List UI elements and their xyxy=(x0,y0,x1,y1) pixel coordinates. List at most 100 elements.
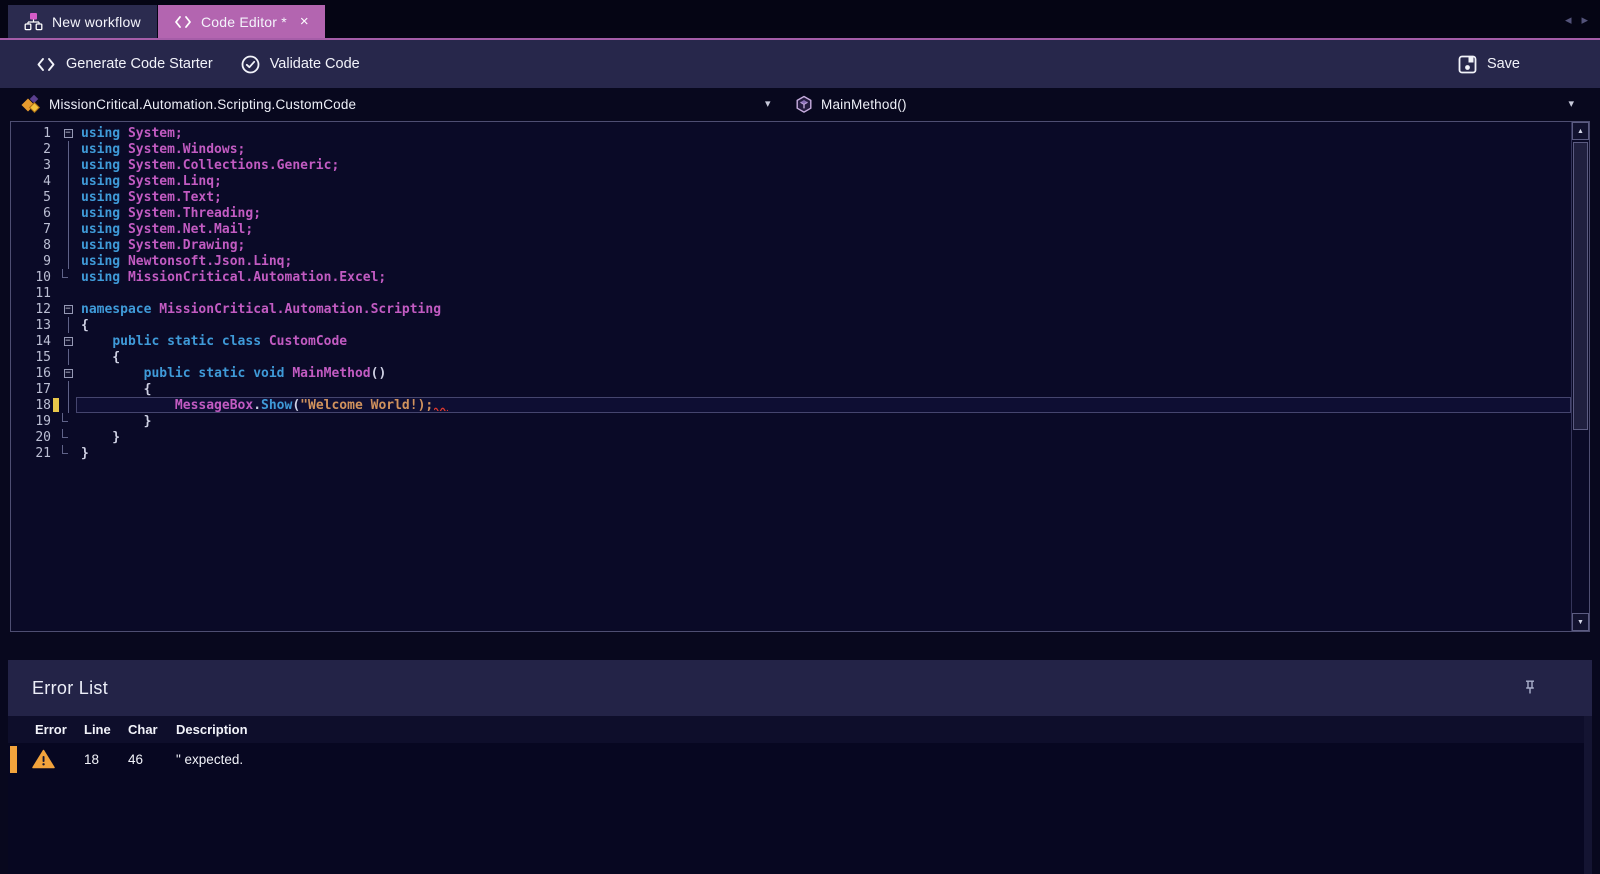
column-char: Char xyxy=(128,722,158,737)
tab-code-editor[interactable]: Code Editor * × xyxy=(158,5,325,38)
code-text: { xyxy=(81,349,121,365)
line-content: { xyxy=(76,317,1571,333)
error-list-panel: Error List Error Line Char Description 1… xyxy=(8,660,1592,874)
line-content: using Newtonsoft.Json.Linq; xyxy=(76,253,1571,269)
check-circle-icon xyxy=(241,55,260,74)
fold-guide xyxy=(67,381,69,397)
line-number: 7 xyxy=(43,221,51,237)
gutter-mark-slot xyxy=(51,269,60,285)
button-label: Validate Code xyxy=(269,56,360,72)
code-view[interactable]: 1 using System; 2 using System.Windows; 3 usi… xyxy=(11,122,1571,631)
close-tab-icon[interactable]: × xyxy=(300,13,309,30)
fold-slot[interactable] xyxy=(60,333,76,349)
validate-code-button[interactable]: Validate Code xyxy=(227,40,374,88)
gutter-mark-slot xyxy=(51,189,60,205)
method-dropdown-caret-icon[interactable]: ▾ xyxy=(1568,97,1574,110)
class-selector[interactable]: MissionCritical.Automation.Scripting.Cus… xyxy=(20,88,356,121)
fold-guide xyxy=(67,189,69,205)
code-text: } xyxy=(81,445,89,461)
line-number: 9 xyxy=(43,253,51,269)
line-content: using MissionCritical.Automation.Excel; xyxy=(76,269,1571,285)
code-line[interactable]: 21} xyxy=(11,445,1571,461)
error-list-title: Error List xyxy=(32,677,109,698)
code-line[interactable]: 14 public static class CustomCode xyxy=(11,333,1571,349)
code-text: using Newtonsoft.Json.Linq; xyxy=(81,253,293,269)
code-line[interactable]: 8 using System.Drawing; xyxy=(11,237,1571,253)
method-selector-value: MainMethod() xyxy=(821,97,907,112)
code-line[interactable]: 10 using MissionCritical.Automation.Excel… xyxy=(11,269,1571,285)
scroll-up-icon[interactable]: ▲ xyxy=(1572,122,1589,140)
editor-vertical-scrollbar[interactable]: ▲ ▼ xyxy=(1571,122,1589,631)
error-line-value: 18 xyxy=(84,752,100,767)
code-line[interactable]: 4 using System.Linq; xyxy=(11,173,1571,189)
line-number: 13 xyxy=(35,317,51,333)
panel-scrollbar-track[interactable] xyxy=(1584,716,1592,874)
fold-collapse-icon xyxy=(63,304,73,314)
fold-slot xyxy=(60,221,76,237)
line-content: using System.Collections.Generic; xyxy=(76,157,1571,173)
error-row[interactable]: 18 46 " expected. xyxy=(8,743,1592,776)
line-number: 4 xyxy=(43,173,51,189)
line-content: using System.Net.Mail; xyxy=(76,221,1571,237)
code-text: namespace MissionCritical.Automation.Scr… xyxy=(81,301,442,317)
code-line[interactable]: 17 { xyxy=(11,381,1571,397)
gutter-mark-slot xyxy=(51,365,60,381)
code-line[interactable]: 18 MessageBox.Show("Welcome World!); xyxy=(11,397,1571,413)
line-number: 11 xyxy=(35,285,51,301)
code-line[interactable]: 1 using System; xyxy=(11,125,1571,141)
code-line[interactable]: 20 } xyxy=(11,429,1571,445)
code-line[interactable]: 11 xyxy=(11,285,1571,301)
fold-slot[interactable] xyxy=(60,301,76,317)
code-line[interactable]: 2 using System.Windows; xyxy=(11,141,1571,157)
code-text: { xyxy=(81,381,152,397)
gutter-mark-slot xyxy=(51,141,60,157)
fold-slot xyxy=(60,445,76,461)
fold-slot[interactable] xyxy=(60,125,76,141)
generate-code-starter-button[interactable]: Generate Code Starter xyxy=(22,40,227,88)
error-char-value: 46 xyxy=(128,752,144,767)
line-content: } xyxy=(76,413,1571,429)
current-line: MessageBox.Show("Welcome World!); xyxy=(76,397,1571,413)
workflow-icon xyxy=(24,12,43,31)
scrollbar-thumb[interactable] xyxy=(1573,142,1588,430)
fold-guide xyxy=(67,237,69,253)
code-line[interactable]: 3 using System.Collections.Generic; xyxy=(11,157,1571,173)
code-line[interactable]: 7 using System.Net.Mail; xyxy=(11,221,1571,237)
code-line[interactable]: 15 { xyxy=(11,349,1571,365)
fold-slot xyxy=(60,173,76,189)
tab-scroll-right-icon[interactable]: ▸ xyxy=(1581,12,1588,28)
gutter-mark-slot xyxy=(51,237,60,253)
code-line[interactable]: 5 using System.Text; xyxy=(11,189,1571,205)
pin-icon[interactable] xyxy=(1523,679,1537,696)
fold-collapse-icon xyxy=(63,368,73,378)
code-line[interactable]: 16 public static void MainMethod() xyxy=(11,365,1571,381)
code-line[interactable]: 13 { xyxy=(11,317,1571,333)
line-content: } xyxy=(76,429,1571,445)
error-description-value: " expected. xyxy=(176,752,244,767)
gutter-mark-slot xyxy=(51,157,60,173)
fold-slot[interactable] xyxy=(60,365,76,381)
tab-new-workflow[interactable]: New workflow xyxy=(8,5,157,38)
line-number: 8 xyxy=(43,237,51,253)
code-text: } xyxy=(81,413,152,429)
code-line[interactable]: 6 using System.Threading; xyxy=(11,205,1571,221)
method-cube-icon xyxy=(795,95,813,114)
save-button[interactable]: Save xyxy=(1444,40,1534,88)
line-content: public static void MainMethod() xyxy=(76,365,1571,381)
code-line[interactable]: 19 } xyxy=(11,413,1571,429)
line-content: using System.Drawing; xyxy=(76,237,1571,253)
tab-scroll-left-icon[interactable]: ◂ xyxy=(1565,12,1572,28)
fold-guide xyxy=(67,221,69,237)
column-error: Error xyxy=(35,722,67,737)
gutter-mark-slot xyxy=(51,397,60,413)
scroll-down-icon[interactable]: ▼ xyxy=(1572,613,1589,631)
code-line[interactable]: 12 namespace MissionCritical.Automation.S… xyxy=(11,301,1571,317)
class-dropdown-caret-icon[interactable]: ▾ xyxy=(765,97,771,110)
line-number: 19 xyxy=(35,413,51,429)
line-content: namespace MissionCritical.Automation.Scr… xyxy=(76,301,1571,317)
tab-label: Code Editor * xyxy=(201,13,287,30)
method-selector[interactable]: MainMethod() xyxy=(795,88,907,121)
line-number: 2 xyxy=(43,141,51,157)
button-label: Save xyxy=(1486,56,1520,72)
code-line[interactable]: 9 using Newtonsoft.Json.Linq; xyxy=(11,253,1571,269)
